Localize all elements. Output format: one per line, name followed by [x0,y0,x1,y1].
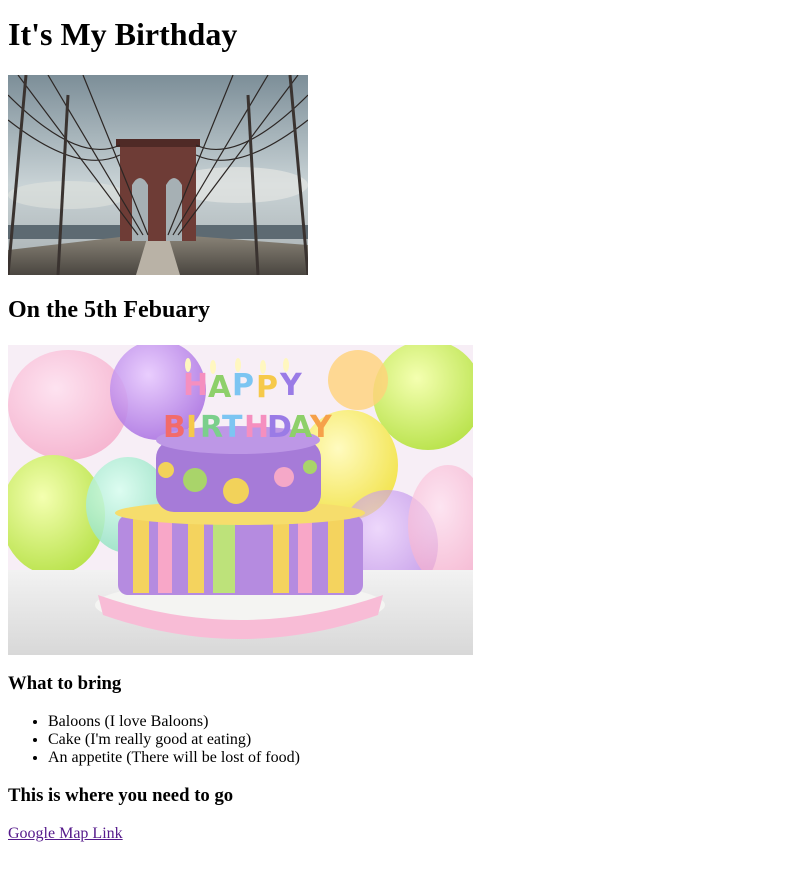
page-title: It's My Birthday [8,16,238,52]
what-to-bring-heading: What to bring [8,673,122,694]
svg-text:H: H [244,410,269,445]
map-link-paragraph: Google Map Link [8,825,784,843]
bridge-photo [8,75,308,275]
svg-text:P: P [256,370,278,405]
svg-text:A: A [208,370,232,405]
list-item: Baloons (I love Baloons) [48,713,784,731]
svg-text:I: I [186,410,197,445]
birthday-cake-photo: H A P P Y B I R T H D A Y [8,345,473,655]
svg-text:R: R [200,410,223,445]
bring-list: Baloons (I love Baloons) Cake (I'm reall… [8,713,784,767]
list-item: Cake (I'm really good at eating) [48,731,784,749]
svg-text:H: H [183,368,208,403]
svg-text:P: P [232,368,254,403]
directions-heading: This is where you need to go [8,785,234,806]
list-item: An appetite (There will be lost of food) [48,749,784,767]
google-map-link[interactable]: Google Map Link [8,825,123,842]
page: It's My Birthday On the 5th Febuary H A … [0,14,792,843]
svg-text:Y: Y [279,368,303,403]
svg-text:B: B [163,410,186,445]
svg-text:T: T [222,410,243,445]
date-subheading: On the 5th Febuary [8,297,211,323]
svg-text:Y: Y [309,410,333,445]
